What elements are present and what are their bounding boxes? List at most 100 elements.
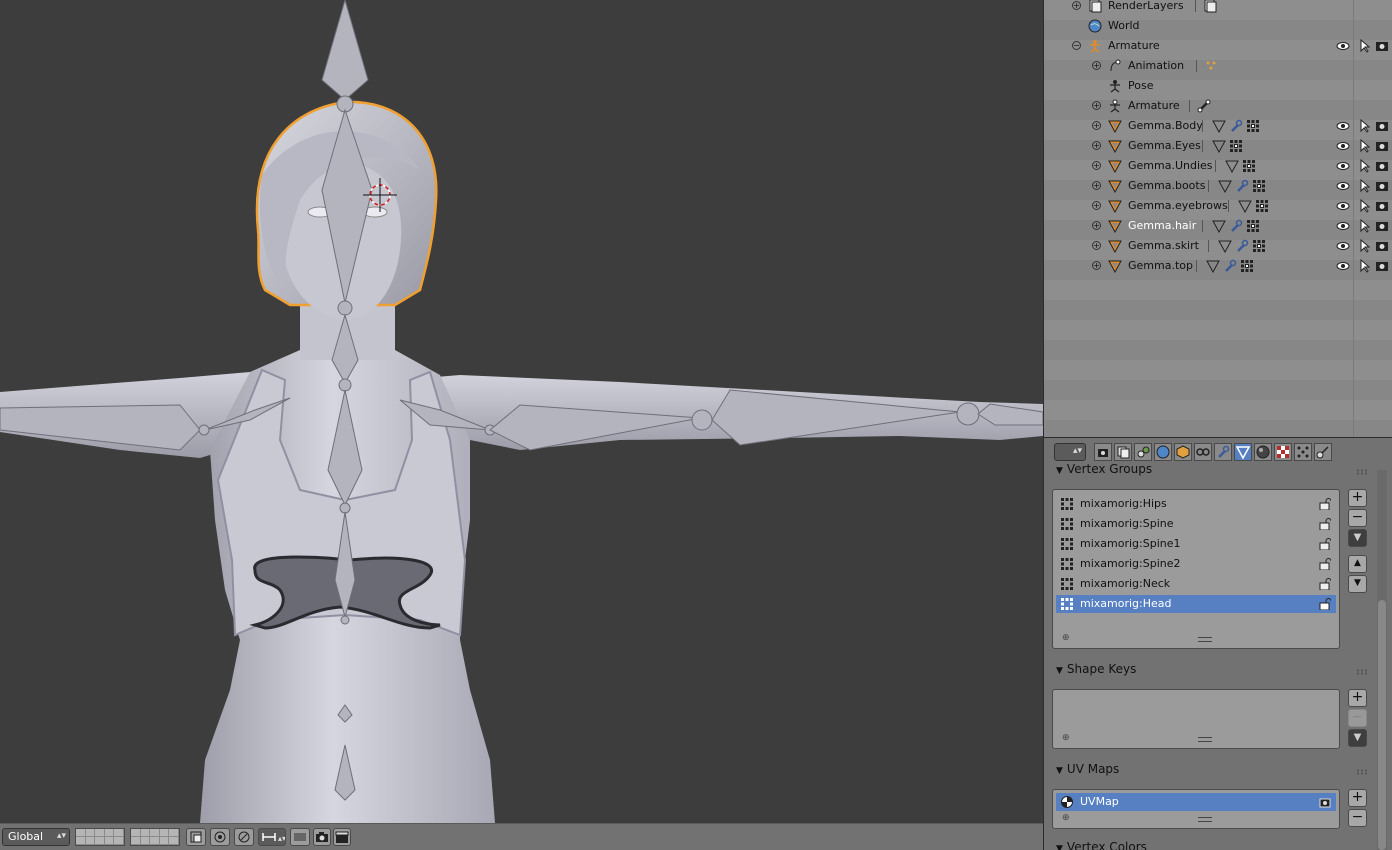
expand-icon[interactable]: + xyxy=(1072,1,1081,10)
snap-element-select[interactable]: ▴▾ xyxy=(258,828,286,846)
expand-icon[interactable]: + xyxy=(1092,261,1101,270)
unlocked-padlock-icon[interactable] xyxy=(1319,518,1331,530)
tab-particles[interactable] xyxy=(1294,443,1312,461)
cursor-arrow-icon[interactable] xyxy=(1357,199,1371,213)
opengl-render-button[interactable] xyxy=(313,828,331,846)
vertex-group-item[interactable]: mixamorig:Hips xyxy=(1056,495,1336,513)
active-render-camera-icon[interactable] xyxy=(1319,796,1331,808)
outliner-row[interactable]: + Gemma.top xyxy=(1044,256,1392,276)
lock-camera-button[interactable] xyxy=(186,828,206,846)
tab-texture[interactable] xyxy=(1274,443,1292,461)
camera-render-icon[interactable] xyxy=(1375,199,1389,213)
panel-drag-handle-icon[interactable] xyxy=(1356,769,1368,775)
cursor-arrow-icon[interactable] xyxy=(1357,259,1371,273)
eye-icon[interactable] xyxy=(1336,39,1350,53)
outliner-row[interactable]: Pose xyxy=(1044,76,1392,96)
camera-render-icon[interactable] xyxy=(1375,219,1389,233)
vertex-groups-icon[interactable] xyxy=(1229,139,1243,153)
eye-icon[interactable] xyxy=(1336,199,1350,213)
vertex-group-item[interactable]: mixamorig:Neck xyxy=(1056,575,1336,593)
vertex-groups-icon[interactable] xyxy=(1252,179,1266,193)
outliner-row[interactable]: + Gemma.skirt xyxy=(1044,236,1392,256)
camera-render-icon[interactable] xyxy=(1375,259,1389,273)
outliner-item-label[interactable]: Gemma.eyebrows xyxy=(1128,199,1228,212)
vertex-groups-icon[interactable] xyxy=(1255,199,1269,213)
tab-modifiers[interactable] xyxy=(1214,443,1232,461)
vertex-colors-panel-header[interactable]: ▼ Vertex Colors xyxy=(1056,840,1147,850)
outliner-row[interactable]: + Gemma.Undies xyxy=(1044,156,1392,176)
modifier-wrench-icon[interactable] xyxy=(1235,239,1249,253)
tab-material[interactable] xyxy=(1254,443,1272,461)
transform-orientation-select[interactable]: Global ▴▾ xyxy=(2,828,70,846)
tab-constraints[interactable] xyxy=(1194,443,1212,461)
expand-icon[interactable]: + xyxy=(1092,121,1101,130)
list-resize-grip[interactable] xyxy=(1198,737,1212,742)
list-resize-grip[interactable] xyxy=(1198,637,1212,642)
snap-target-button[interactable] xyxy=(290,828,310,846)
vertex-group-item[interactable]: mixamorig:Spine2 xyxy=(1056,555,1336,573)
panel-drag-handle-icon[interactable] xyxy=(1356,469,1368,475)
3d-viewport[interactable] xyxy=(0,0,1043,823)
outliner-row[interactable]: + Gemma.Body xyxy=(1044,116,1392,136)
outliner-item-label[interactable]: RenderLayers xyxy=(1108,0,1184,12)
vertex-group-item[interactable]: mixamorig:Head xyxy=(1056,595,1336,613)
tab-render[interactable] xyxy=(1094,443,1112,461)
mesh-data-icon[interactable] xyxy=(1224,159,1239,173)
vertex-groups-panel-header[interactable]: ▼ Vertex Groups xyxy=(1056,462,1152,476)
unlocked-padlock-icon[interactable] xyxy=(1319,578,1331,590)
uv-map-item[interactable]: UVMap xyxy=(1056,793,1336,811)
cursor-arrow-icon[interactable] xyxy=(1357,139,1371,153)
outliner-item-label[interactable]: Gemma.boots xyxy=(1128,179,1205,192)
outliner-row[interactable]: + Animation xyxy=(1044,56,1392,76)
outliner-item-label[interactable]: Gemma.hair xyxy=(1128,219,1196,232)
modifier-wrench-icon[interactable] xyxy=(1229,219,1243,233)
mesh-data-icon[interactable] xyxy=(1237,199,1252,213)
vertex-group-item[interactable]: mixamorig:Spine1 xyxy=(1056,535,1336,553)
outliner-row[interactable]: + Gemma.eyebrows xyxy=(1044,196,1392,216)
eye-icon[interactable] xyxy=(1336,179,1350,193)
tab-world[interactable] xyxy=(1154,443,1172,461)
remove-uv-map-button[interactable]: − xyxy=(1348,809,1367,827)
tab-data[interactable] xyxy=(1234,443,1252,461)
remove-vertex-group-button[interactable]: − xyxy=(1348,509,1367,527)
mesh-data-icon[interactable] xyxy=(1218,179,1233,193)
vertex-groups-icon[interactable] xyxy=(1246,119,1260,133)
mesh-data-icon[interactable] xyxy=(1212,119,1226,133)
camera-render-icon[interactable] xyxy=(1375,159,1389,173)
opengl-animation-button[interactable] xyxy=(333,828,351,846)
eye-icon[interactable] xyxy=(1336,259,1350,273)
render-layer-icon[interactable] xyxy=(1203,0,1217,13)
unlocked-padlock-icon[interactable] xyxy=(1319,598,1331,610)
mesh-data-icon[interactable] xyxy=(1218,239,1233,253)
eye-icon[interactable] xyxy=(1336,139,1350,153)
outliner-item-label[interactable]: Gemma.Body xyxy=(1128,119,1203,132)
vertex-groups-list[interactable]: mixamorig:Hips mixamorig:Spine mixamorig:S… xyxy=(1052,489,1340,649)
action-keyframes-icon[interactable] xyxy=(1204,59,1218,73)
outliner-row[interactable]: + Gemma.hair xyxy=(1044,216,1392,236)
unlocked-padlock-icon[interactable] xyxy=(1319,558,1331,570)
mesh-data-icon[interactable] xyxy=(1212,219,1226,233)
modifier-wrench-icon[interactable] xyxy=(1229,119,1243,133)
outliner-row[interactable]: − Armature xyxy=(1044,36,1392,56)
expand-icon[interactable]: + xyxy=(1092,201,1101,210)
tab-render-layers[interactable] xyxy=(1114,443,1132,461)
move-down-button[interactable]: ▼ xyxy=(1348,575,1367,593)
outliner-item-label[interactable]: Gemma.Undies xyxy=(1128,159,1213,172)
expand-icon[interactable]: + xyxy=(1092,161,1101,170)
uv-maps-list[interactable]: UVMap ⊕ xyxy=(1052,789,1340,829)
vertex-groups-icon[interactable] xyxy=(1246,219,1260,233)
properties-editor[interactable]: ▴▾ ▼ Vertex Groups mixamorig:Hips mixamori… xyxy=(1043,437,1392,850)
eye-icon[interactable] xyxy=(1336,239,1350,253)
outliner-item-label[interactable]: Gemma.top xyxy=(1128,259,1193,272)
add-vertex-group-button[interactable]: + xyxy=(1348,489,1367,507)
unlocked-padlock-icon[interactable] xyxy=(1319,538,1331,550)
tab-scene[interactable] xyxy=(1134,443,1152,461)
scrollbar-thumb[interactable] xyxy=(1378,600,1386,850)
camera-render-icon[interactable] xyxy=(1375,39,1389,53)
outliner-row[interactable]: + Armature xyxy=(1044,96,1392,116)
cursor-arrow-icon[interactable] xyxy=(1357,159,1371,173)
expand-icon[interactable]: + xyxy=(1092,241,1101,250)
remove-shape-key-button[interactable]: − xyxy=(1348,709,1367,727)
layer-buttons-group-2[interactable] xyxy=(130,828,180,846)
outliner-row[interactable]: + Gemma.boots xyxy=(1044,176,1392,196)
